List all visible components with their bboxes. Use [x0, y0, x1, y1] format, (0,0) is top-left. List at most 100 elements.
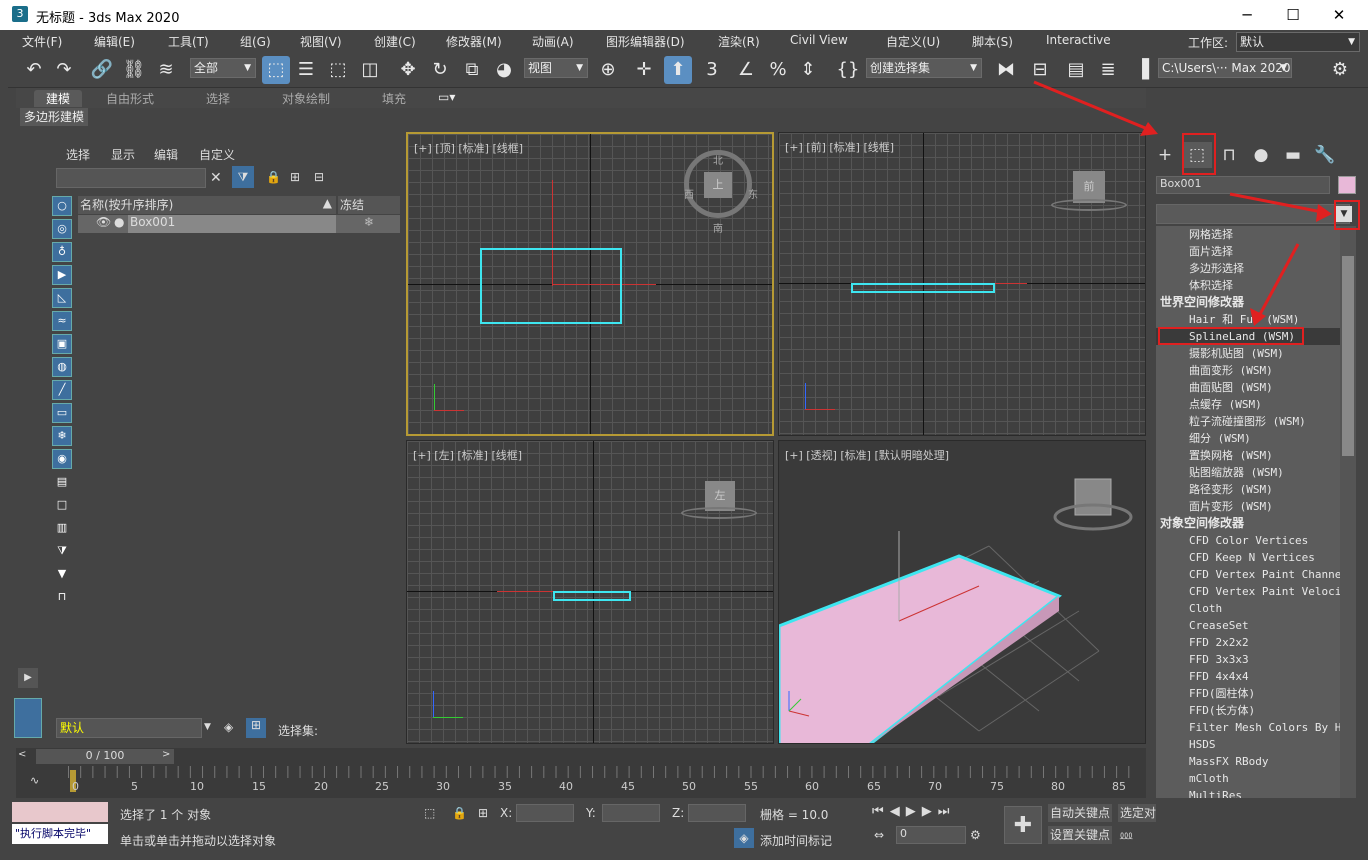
modifier-list-item[interactable]: MassFX RBody: [1156, 753, 1340, 770]
menu-tools[interactable]: 工具(T): [168, 33, 209, 50]
z-coord-input[interactable]: [688, 804, 746, 822]
filter-icon[interactable]: ⧩: [232, 166, 254, 188]
modifier-list-item[interactable]: CFD Keep N Vertices: [1156, 549, 1340, 566]
selected-filter-dropdown[interactable]: 选定对: [1118, 804, 1156, 822]
viewport-perspective[interactable]: [+] [透视] [标准] [默认明暗处理]: [778, 440, 1146, 744]
ribbon-tab-freeform[interactable]: 自由形式: [106, 90, 154, 107]
box-object-front[interactable]: [851, 283, 995, 293]
modifier-list-item[interactable]: 曲面变形 (WSM): [1156, 362, 1340, 379]
select-object-icon[interactable]: ⬚: [262, 56, 290, 84]
hierarchy-view-icon[interactable]: ⊞: [246, 718, 266, 738]
spacewarp-filter-icon[interactable]: ≈: [52, 311, 72, 331]
modifier-list-item[interactable]: 体积选择: [1156, 277, 1340, 294]
workspace-settings-icon[interactable]: ⚙: [1326, 56, 1354, 84]
menu-interactive[interactable]: Interactive: [1046, 33, 1111, 47]
display-none-icon[interactable]: □: [52, 495, 72, 515]
modifier-list-item[interactable]: FFD 2x2x2: [1156, 634, 1340, 651]
absolute-mode-icon[interactable]: ⊞: [478, 806, 488, 820]
viewcube-top-face[interactable]: 上: [704, 172, 732, 198]
time-tag-icon[interactable]: ◈: [734, 828, 754, 848]
modifier-list-item[interactable]: 路径变形 (WSM): [1156, 481, 1340, 498]
window-crossing-icon[interactable]: ◫: [356, 56, 384, 84]
modifier-list-item[interactable]: 面片变形 (WSM): [1156, 498, 1340, 515]
ribbon-toggle-icon[interactable]: ▐: [1128, 56, 1156, 84]
display-tab-icon[interactable]: ▬: [1278, 142, 1308, 168]
ribbon-tab-modeling[interactable]: 建模: [34, 90, 83, 107]
move-icon[interactable]: ✥: [394, 56, 422, 84]
menu-graph-editors[interactable]: 图形编辑器(D): [606, 33, 685, 50]
ribbon-options-icon[interactable]: ▭▾: [438, 90, 455, 104]
modifier-list-item[interactable]: 网格选择: [1156, 226, 1340, 243]
selection-filter-dropdown[interactable]: 全部 ▼: [190, 58, 256, 78]
modifier-list-item[interactable]: 点缓存 (WSM): [1156, 396, 1340, 413]
scale-icon[interactable]: ⧉: [458, 56, 486, 84]
column-name-header[interactable]: 名称(按升序排序) ▲: [78, 196, 336, 214]
container-filter-icon[interactable]: ▭: [52, 403, 72, 423]
scene-menu-select[interactable]: 选择: [66, 146, 90, 163]
isolate-selection-icon[interactable]: ⬚: [424, 806, 435, 820]
expand-panel-icon[interactable]: ▶: [18, 668, 38, 688]
hierarchy-expand-icon[interactable]: ⊟: [314, 170, 324, 184]
minimize-button[interactable]: ─: [1224, 0, 1270, 30]
object-name-field[interactable]: Box001: [1156, 176, 1330, 194]
timeline[interactable]: ∿ 0 5 10 15 20 25 30 35 40 45 50 55 60 6…: [16, 766, 1146, 798]
object-color-swatch[interactable]: [1338, 176, 1356, 194]
modifier-list-item[interactable]: 多边形选择: [1156, 260, 1340, 277]
rect-selection-icon[interactable]: ⬚: [324, 56, 352, 84]
next-frame-icon[interactable]: >: [162, 749, 170, 760]
column-freeze-header[interactable]: 冻结: [338, 196, 400, 214]
ribbon-panel-polygon-modeling[interactable]: 多边形建模: [20, 108, 88, 126]
current-frame-input[interactable]: 0: [896, 826, 966, 844]
frozen-filter-icon[interactable]: ❄: [52, 426, 72, 446]
angle-snap-icon[interactable]: ∠: [732, 56, 760, 84]
selection-lock-icon[interactable]: 🔒: [452, 806, 467, 820]
key-mode-icon[interactable]: ⇔: [874, 828, 884, 842]
pivot-center-icon[interactable]: ⊕: [594, 56, 622, 84]
hierarchy-icon[interactable]: ⊞: [290, 170, 300, 184]
modifier-list-item[interactable]: CreaseSet: [1156, 617, 1340, 634]
xref-filter-icon[interactable]: ◍: [52, 357, 72, 377]
light-filter-icon[interactable]: ♁: [52, 242, 72, 262]
unlink-icon[interactable]: ⛓: [120, 56, 148, 84]
invert-display-icon[interactable]: ▥: [52, 518, 72, 538]
motion-tab-icon[interactable]: ●: [1246, 142, 1276, 168]
set-key-button[interactable]: 设置关键点: [1048, 826, 1112, 844]
object-name-cell[interactable]: Box001: [128, 215, 336, 233]
scene-menu-display[interactable]: 显示: [111, 146, 135, 163]
modifier-list-item[interactable]: 曲面贴图 (WSM): [1156, 379, 1340, 396]
viewport-front-label[interactable]: [+] [前] [标准] [线框]: [785, 139, 894, 155]
undo-icon[interactable]: ↶: [20, 56, 48, 84]
layer-explorer-icon[interactable]: ≣: [1094, 56, 1122, 84]
box-object-top[interactable]: [480, 248, 622, 324]
filter-toggle-icon[interactable]: ⧩: [52, 541, 72, 561]
ribbon-tab-selection[interactable]: 选择: [206, 90, 230, 107]
snap-toggle-icon[interactable]: 3: [698, 56, 726, 84]
link-icon[interactable]: 🔗: [88, 56, 116, 84]
modifier-list-item[interactable]: Filter Mesh Colors By Hue: [1156, 719, 1340, 736]
menu-edit[interactable]: 编辑(E): [94, 33, 135, 50]
scene-explorer-icon[interactable]: ▤: [1062, 56, 1090, 84]
prev-frame-icon[interactable]: <: [18, 749, 26, 760]
auto-key-button[interactable]: 自动关键点: [1048, 804, 1112, 822]
menu-scripting[interactable]: 脚本(S): [972, 33, 1013, 50]
hierarchy-tab-icon[interactable]: ⊓: [1214, 142, 1244, 168]
modifier-list-item[interactable]: mCloth: [1156, 770, 1340, 787]
viewport-left-label[interactable]: [+] [左] [标准] [线框]: [413, 447, 522, 463]
shape-filter-icon[interactable]: ◎: [52, 219, 72, 239]
curve-editor-icon[interactable]: ∿: [30, 774, 39, 787]
scene-search-input[interactable]: [56, 168, 206, 188]
modifier-list-item[interactable]: 摄影机贴图 (WSM): [1156, 345, 1340, 362]
menu-customize[interactable]: 自定义(U): [886, 33, 940, 50]
maximize-button[interactable]: ☐: [1270, 0, 1316, 30]
add-time-tag[interactable]: 添加时间标记: [760, 832, 832, 849]
menu-civil-view[interactable]: Civil View: [790, 33, 848, 47]
modifier-list-item[interactable]: FFD(长方体): [1156, 702, 1340, 719]
viewport-front[interactable]: 前 [+] [前] [标准] [线框]: [778, 132, 1146, 436]
menu-modifiers[interactable]: 修改器(M): [446, 33, 502, 50]
hidden-filter-icon[interactable]: ◉: [52, 449, 72, 469]
modifier-list-item[interactable]: 细分 (WSM): [1156, 430, 1340, 447]
menu-group[interactable]: 组(G): [240, 33, 271, 50]
modifier-list-item[interactable]: 粒子流碰撞图形 (WSM): [1156, 413, 1340, 430]
key-filters-icon[interactable]: ⅏: [1120, 826, 1132, 843]
viewport-left[interactable]: 左 [+] [左] [标准] [线框]: [406, 440, 774, 744]
